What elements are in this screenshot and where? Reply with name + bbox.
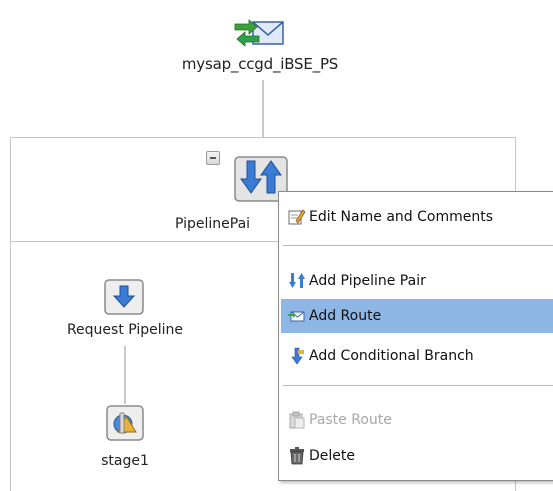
- pipeline-pair-icon: [287, 271, 307, 291]
- trash-icon: [287, 446, 307, 466]
- request-stage-connector: [124, 346, 126, 404]
- edit-icon: [287, 207, 307, 227]
- menu-item-add-conditional-branch[interactable]: Add Conditional Branch: [281, 339, 553, 373]
- pipeline-pair-label[interactable]: PipelinePai: [175, 216, 250, 232]
- menu-item-label: Add Pipeline Pair: [309, 273, 426, 289]
- context-menu: Edit Name and Comments Add Pipeline Pair: [278, 191, 553, 481]
- pipeline-canvas: mysap_ccgd_iBSE_PS PipelinePai Request P…: [0, 0, 553, 491]
- menu-item-add-route[interactable]: Add Route: [281, 299, 553, 333]
- menu-item-edit-name[interactable]: Edit Name and Comments: [281, 200, 553, 234]
- proxy-service-icon[interactable]: [231, 12, 287, 52]
- menu-item-label: Add Conditional Branch: [309, 348, 474, 364]
- menu-separator: [283, 385, 553, 386]
- collapse-toggle[interactable]: [206, 151, 220, 165]
- branch-icon: [287, 346, 307, 366]
- menu-item-label: Delete: [309, 448, 355, 464]
- menu-item-delete[interactable]: Delete: [281, 439, 553, 473]
- proxy-service-label[interactable]: mysap_ccgd_iBSE_PS: [140, 55, 380, 73]
- route-icon: [287, 306, 307, 326]
- stage-icon[interactable]: [106, 405, 144, 441]
- request-pipeline-icon[interactable]: [104, 279, 144, 315]
- menu-separator: [283, 245, 553, 246]
- menu-item-label: Paste Route: [309, 412, 392, 428]
- paste-icon: [287, 410, 307, 430]
- stage-label[interactable]: stage1: [80, 453, 170, 469]
- menu-item-add-pipeline-pair[interactable]: Add Pipeline Pair: [281, 264, 553, 298]
- request-pipeline-label[interactable]: Request Pipeline: [30, 322, 220, 338]
- proxy-connector-line: [262, 80, 264, 137]
- menu-item-label: Edit Name and Comments: [309, 209, 493, 225]
- menu-item-label: Add Route: [309, 308, 382, 324]
- menu-item-paste-route[interactable]: Paste Route: [281, 403, 553, 437]
